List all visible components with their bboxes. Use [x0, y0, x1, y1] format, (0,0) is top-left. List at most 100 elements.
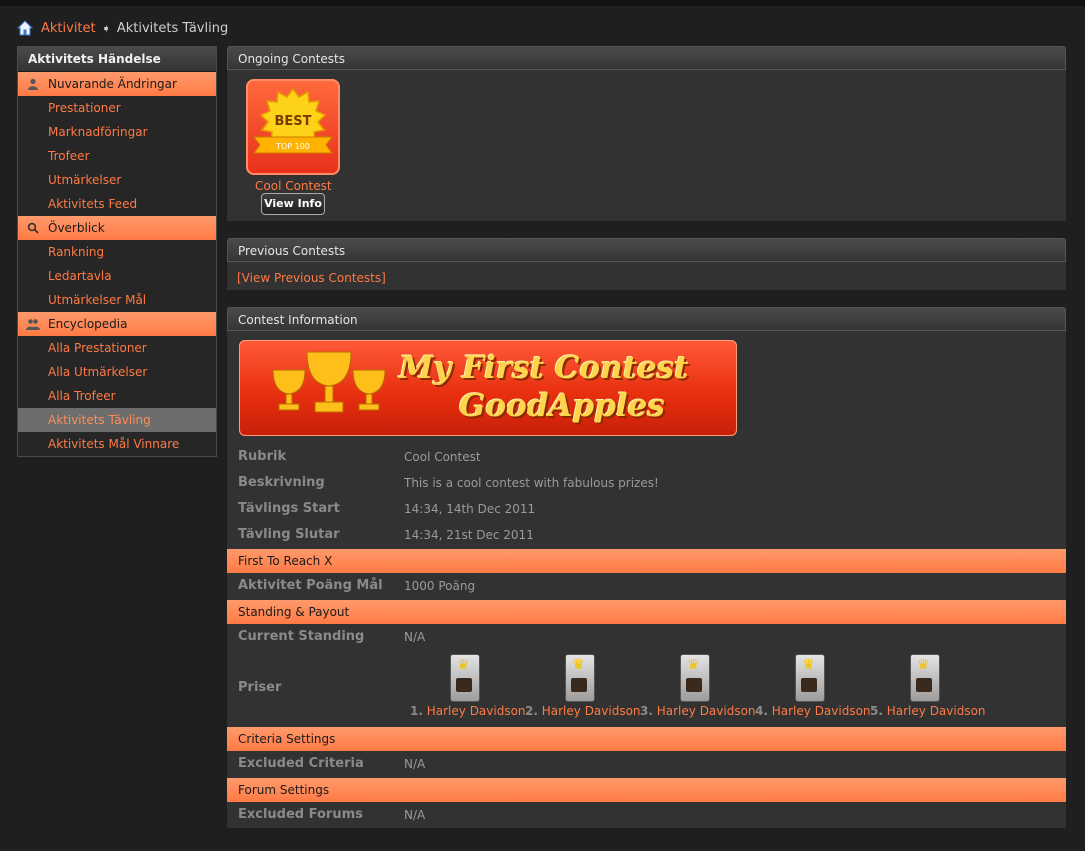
end-row: Tävling Slutar 14:34, 21st Dec 2011 [227, 522, 1066, 548]
breadcrumb-current: Aktivitets Tävling [116, 20, 229, 36]
crown-icon: ♛ [917, 657, 930, 673]
sidebar-item-rankning[interactable]: Rankning [18, 240, 216, 264]
prizes-label: Priser [238, 680, 282, 695]
harley-logo-icon [571, 678, 587, 692]
crown-icon: ♛ [802, 657, 815, 673]
sidebar-item-utmarkelser[interactable]: Utmärkelser [18, 168, 216, 192]
previous-contests-title: Previous Contests [227, 238, 1066, 262]
home-icon[interactable] [17, 20, 33, 36]
prize-rank: 2. [525, 704, 538, 718]
prize-card-icon: ♛ [565, 654, 595, 702]
contest-information-title: Contest Information [227, 307, 1066, 331]
beskrivning-row: Beskrivning This is a cool contest with … [227, 470, 1066, 496]
prize-name[interactable]: Harley Davidson [427, 704, 526, 718]
standing-label: Current Standing [238, 629, 365, 644]
beskrivning-value: This is a cool contest with fabulous pri… [404, 476, 659, 490]
banner-subtitle: GoodApples [459, 388, 665, 424]
prize-item[interactable]: ♛ 3. Harley Davidson [640, 654, 756, 724]
excluded-criteria-row: Excluded Criteria N/A [227, 751, 1066, 777]
view-previous-contests-link[interactable]: [View Previous Contests] [237, 271, 386, 285]
prize-rank: 3. [640, 704, 653, 718]
excluded-forums-value: N/A [404, 808, 426, 822]
section-standing-payout: Standing & Payout [227, 600, 1066, 624]
prize-rank: 1. [410, 704, 423, 718]
ongoing-contests-panel: Ongoing Contests BEST TOP 100 Cool Conte… [227, 46, 1066, 221]
sidebar-item-alla-prestationer[interactable]: Alla Prestationer [18, 336, 216, 360]
prize-name[interactable]: Harley Davidson [542, 704, 641, 718]
sidebar-item-aktivitets-tavling[interactable]: Aktivitets Tävling [18, 408, 216, 432]
excluded-forums-label: Excluded Forums [238, 807, 363, 822]
contest-badge-image[interactable]: BEST TOP 100 [246, 79, 340, 175]
harley-logo-icon [916, 678, 932, 692]
start-row: Tävlings Start 14:34, 14th Dec 2011 [227, 496, 1066, 522]
excluded-criteria-value: N/A [404, 757, 426, 771]
prize-card-icon: ♛ [910, 654, 940, 702]
beskrivning-label: Beskrivning [238, 475, 325, 490]
section-first-to-reach: First To Reach X [227, 549, 1066, 573]
sidebar-item-utmarkelser-mal[interactable]: Utmärkelser Mål [18, 288, 216, 312]
sidebar-item-alla-utmarkelser[interactable]: Alla Utmärkelser [18, 360, 216, 384]
prize-card-icon: ♛ [450, 654, 480, 702]
sidebar-group-current-changes[interactable]: Nuvarande Ändringar [18, 72, 216, 96]
crown-icon: ♛ [457, 657, 470, 673]
sidebar: Aktivitets Händelse Nuvarande Ändringar … [17, 46, 217, 457]
sidebar-item-aktivitets-feed[interactable]: Aktivitets Feed [18, 192, 216, 216]
prize-name[interactable]: Harley Davidson [887, 704, 986, 718]
prize-name[interactable]: Harley Davidson [772, 704, 871, 718]
end-label: Tävling Slutar [238, 527, 340, 542]
badge-text: BEST [274, 114, 311, 129]
sidebar-title: Aktivitets Händelse [18, 47, 216, 72]
crown-icon: ♛ [687, 657, 700, 673]
prize-item[interactable]: ♛ 1. Harley Davidson [410, 654, 526, 724]
section-criteria-settings: Criteria Settings [227, 727, 1066, 751]
goal-value: 1000 Poäng [404, 579, 476, 593]
standing-row: Current Standing N/A [227, 624, 1066, 650]
sidebar-group-label: Överblick [48, 221, 105, 235]
sidebar-group-overview[interactable]: Överblick [18, 216, 216, 240]
best-badge-icon: BEST TOP 100 [253, 87, 333, 154]
prize-card-icon: ♛ [680, 654, 710, 702]
contest-name-link[interactable]: Cool Contest [255, 179, 332, 193]
search-icon [18, 222, 48, 234]
sidebar-item-alla-trofeer[interactable]: Alla Trofeer [18, 384, 216, 408]
rubrik-value: Cool Contest [404, 450, 481, 464]
harley-logo-icon [686, 678, 702, 692]
user-icon [18, 78, 48, 90]
section-forum-settings: Forum Settings [227, 778, 1066, 802]
start-value: 14:34, 14th Dec 2011 [404, 502, 536, 516]
start-label: Tävlings Start [238, 501, 340, 516]
ongoing-contests-title: Ongoing Contests [227, 46, 1066, 70]
prize-item[interactable]: ♛ 5. Harley Davidson [870, 654, 986, 724]
top-bar [0, 0, 1085, 6]
harley-logo-icon [801, 678, 817, 692]
sidebar-group-label: Nuvarande Ändringar [48, 77, 177, 91]
prize-name[interactable]: Harley Davidson [657, 704, 756, 718]
sidebar-item-prestationer[interactable]: Prestationer [18, 96, 216, 120]
trophies-icon [272, 351, 386, 413]
breadcrumb-home-link[interactable]: Aktivitet [41, 21, 96, 36]
harley-logo-icon [456, 678, 472, 692]
users-icon [18, 318, 48, 330]
excluded-criteria-label: Excluded Criteria [238, 756, 364, 771]
sidebar-item-ledartavla[interactable]: Ledartavla [18, 264, 216, 288]
sidebar-group-label: Encyclopedia [48, 317, 128, 331]
prize-item[interactable]: ♛ 2. Harley Davidson [525, 654, 641, 724]
prize-item[interactable]: ♛ 4. Harley Davidson [755, 654, 871, 724]
goal-row: Aktivitet Poäng Mål 1000 Poäng [227, 573, 1066, 599]
previous-contests-panel: Previous Contests [View Previous Contest… [227, 238, 1066, 290]
contest-banner: My First Contest GoodApples [239, 340, 737, 436]
sidebar-group-encyclopedia[interactable]: Encyclopedia [18, 312, 216, 336]
standing-value: N/A [404, 630, 426, 644]
sidebar-item-aktivitets-mal-vinnare[interactable]: Aktivitets Mål Vinnare [18, 432, 216, 456]
sidebar-item-trofeer[interactable]: Trofeer [18, 144, 216, 168]
prize-card-icon: ♛ [795, 654, 825, 702]
excluded-forums-row: Excluded Forums N/A [227, 802, 1066, 828]
goal-label: Aktivitet Poäng Mål [238, 578, 383, 593]
view-info-button[interactable]: View Info [261, 193, 325, 215]
breadcrumb-arrow-icon: ➧ [101, 21, 111, 35]
end-value: 14:34, 21st Dec 2011 [404, 528, 534, 542]
prize-rank: 4. [755, 704, 768, 718]
prize-rank: 5. [870, 704, 883, 718]
badge-subtext: TOP 100 [275, 142, 310, 151]
sidebar-item-marknadforingar[interactable]: Marknadföringar [18, 120, 216, 144]
